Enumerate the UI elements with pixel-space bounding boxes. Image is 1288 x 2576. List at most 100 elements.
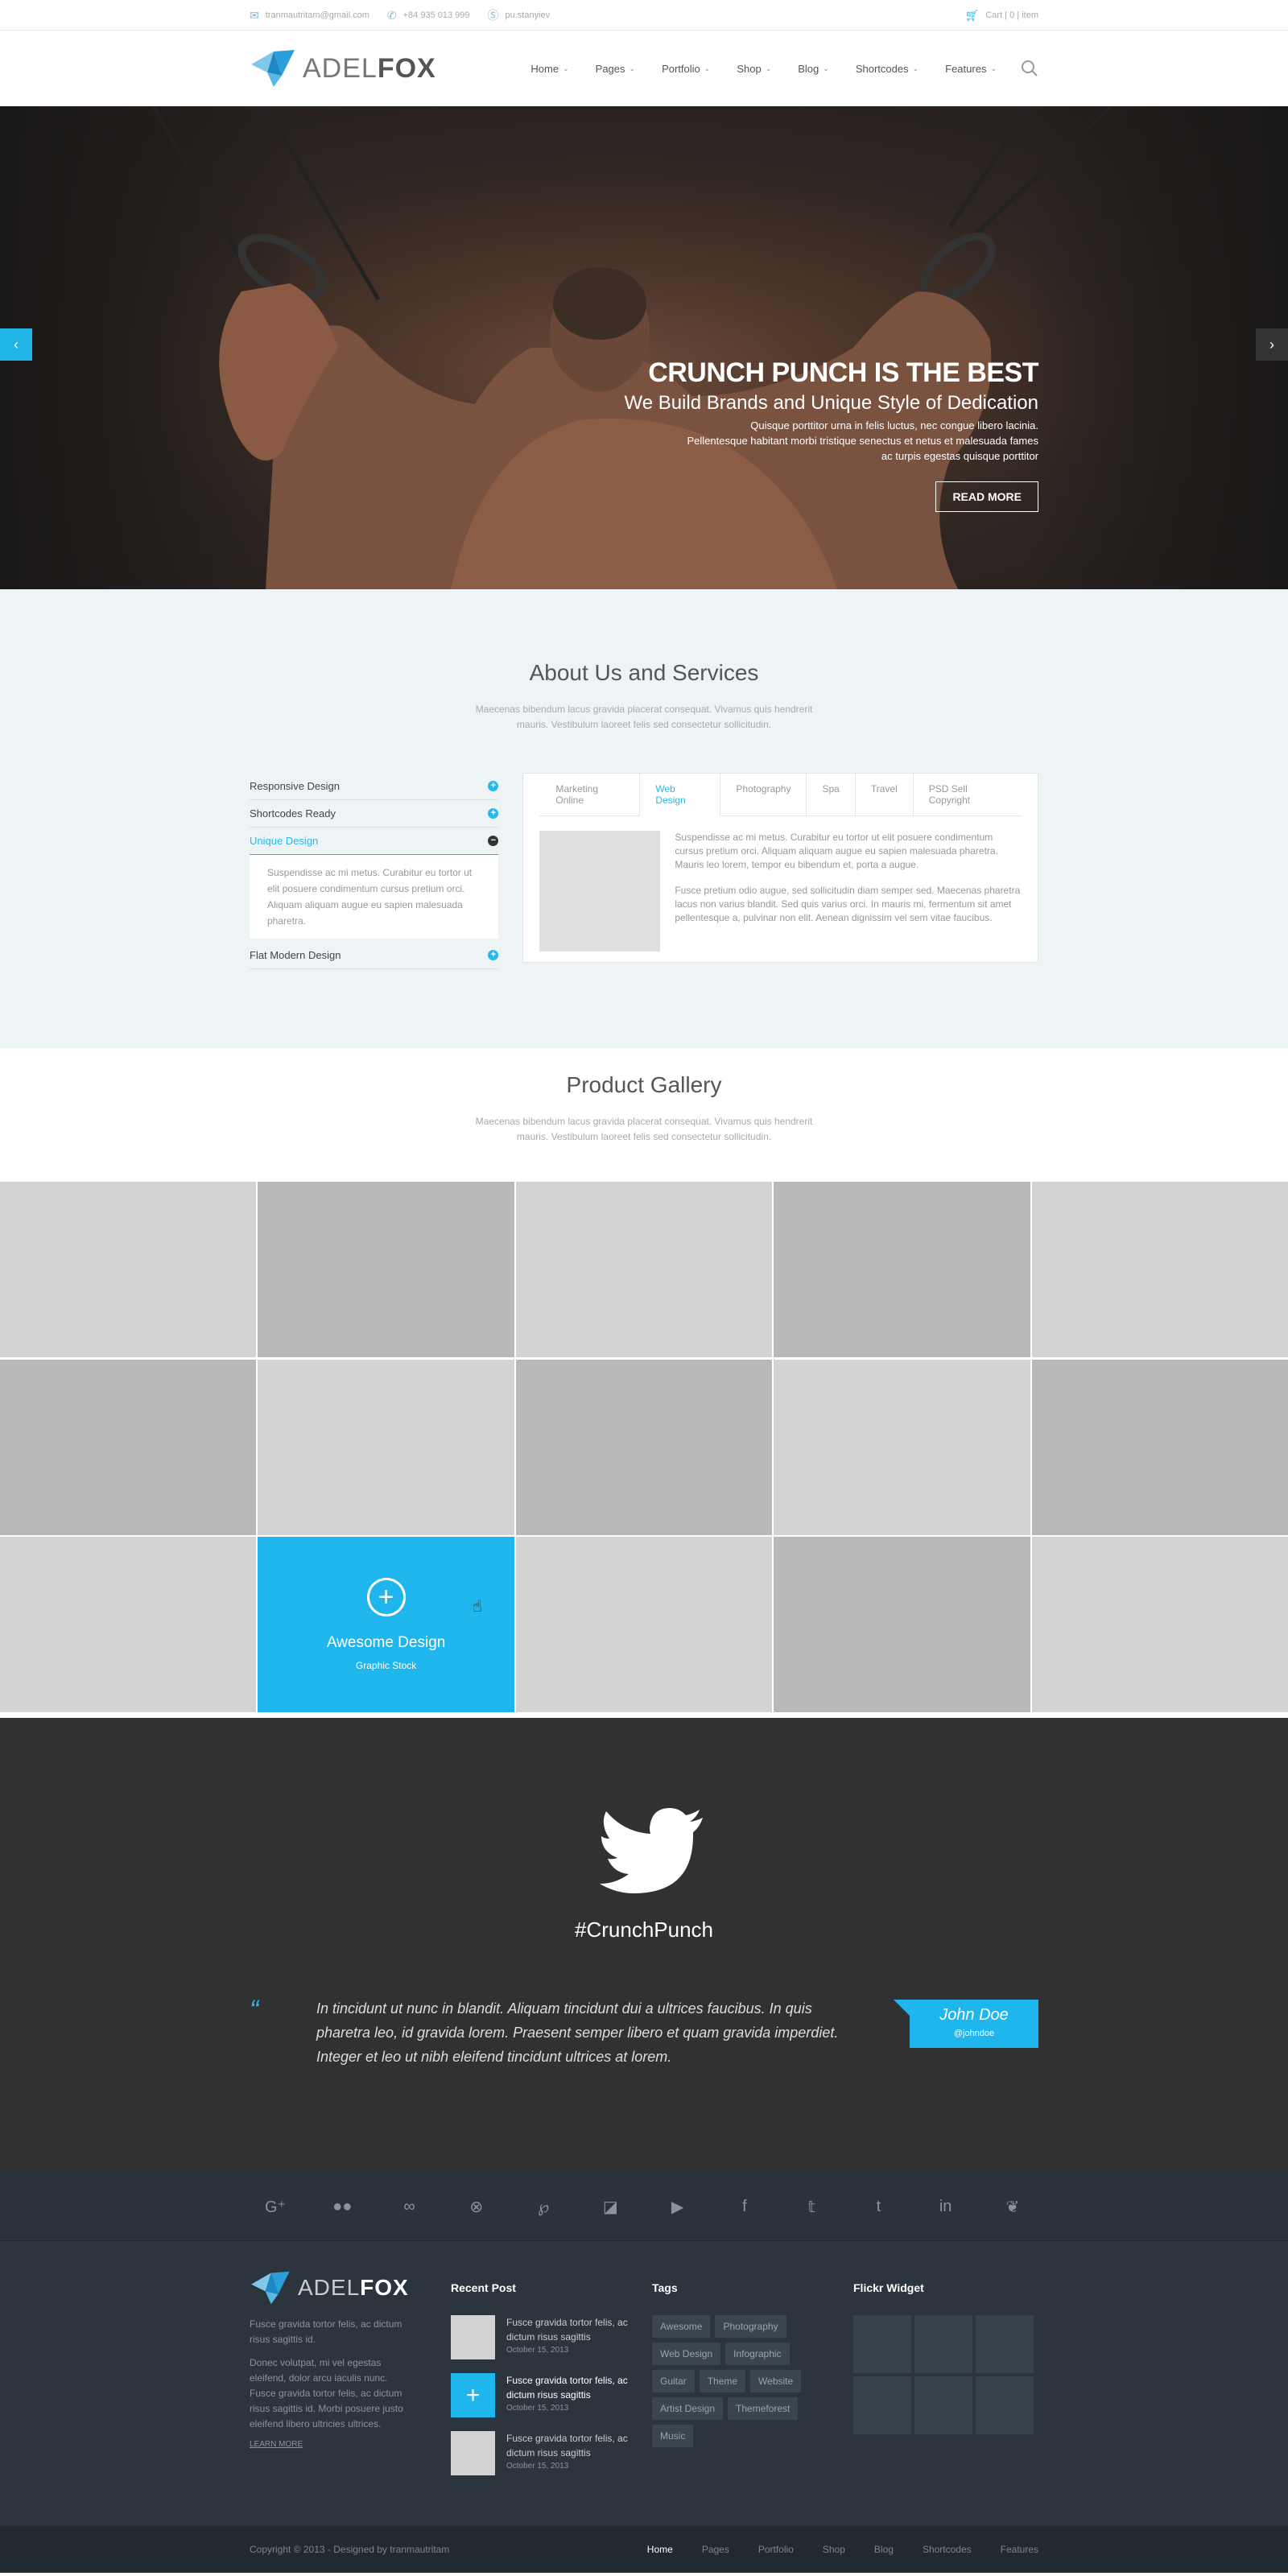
footer-nav-blog[interactable]: Blog	[874, 2544, 894, 2555]
tag-infographic[interactable]: Infographic	[725, 2343, 790, 2365]
mail-icon: ✉	[250, 8, 259, 22]
lastfm-icon[interactable]: ∞	[398, 2198, 421, 2216]
gallery-item[interactable]	[1031, 1537, 1288, 1713]
chevron-down-icon: ⌄	[563, 64, 569, 72]
post-title: Fusce gravida tortor felis, ac dictum ri…	[506, 2317, 628, 2343]
footer-nav-portfolio[interactable]: Portfolio	[758, 2544, 794, 2555]
accordion-item-unique[interactable]: Unique Design −	[250, 828, 499, 855]
phone-contact[interactable]: ✆ +84 935 013 999	[387, 9, 470, 23]
hero-caption: CRUNCH PUNCH IS THE BEST We Build Brands…	[620, 357, 1039, 512]
nav-shortcodes[interactable]: Shortcodes ⌄	[856, 63, 919, 75]
gallery-item[interactable]	[258, 1359, 514, 1535]
tab-photography[interactable]: Photography	[720, 774, 807, 815]
chevron-down-icon: ⌄	[823, 64, 829, 72]
gallery-item[interactable]	[774, 1537, 1030, 1713]
slider-prev-button[interactable]: ‹	[0, 328, 32, 361]
hero-subtitle: We Build Brands and Unique Style of Dedi…	[624, 392, 1038, 414]
nav-portfolio[interactable]: Portfolio ⌄	[662, 63, 710, 75]
gallery-item[interactable]	[258, 1182, 514, 1357]
flickr-thumbnail[interactable]	[914, 2376, 972, 2434]
learn-more-link[interactable]: LEARN MORE	[250, 2440, 451, 2449]
phone-icon: ✆	[386, 8, 397, 22]
footer-nav-home[interactable]: Home	[647, 2544, 673, 2555]
logo[interactable]: ADELFOX	[250, 48, 436, 89]
flickr-thumbnail[interactable]	[853, 2376, 911, 2434]
tag-artist-design[interactable]: Artist Design	[652, 2397, 724, 2420]
footer-nav-shortcodes[interactable]: Shortcodes	[923, 2544, 972, 2555]
dribbble-icon[interactable]: ⊗	[465, 2197, 488, 2217]
recent-post-item[interactable]: Fusce gravida tortor felis, ac dictum ri…	[451, 2431, 652, 2475]
header: ADELFOX Home ⌄ Pages ⌄ Portfolio ⌄ Shop ⌄ Bl…	[0, 31, 1288, 106]
footer-nav-shop[interactable]: Shop	[823, 2544, 845, 2555]
recent-post-item[interactable]: Fusce gravida tortor felis, ac dictum ri…	[451, 2315, 652, 2359]
nav-pages[interactable]: Pages ⌄	[596, 63, 635, 75]
delicious-icon[interactable]: ◪	[599, 2197, 621, 2217]
tab-spa[interactable]: Spa	[807, 774, 856, 815]
pinterest-icon[interactable]: ℘	[532, 2197, 555, 2217]
flickr-icon[interactable]: ●●	[331, 2198, 353, 2216]
footer-logo[interactable]: ADELFOX	[250, 2270, 451, 2306]
tweet-author-badge[interactable]: John Doe @johndoe	[894, 2000, 1038, 2048]
search-icon[interactable]	[1021, 60, 1038, 77]
tag-website[interactable]: Website	[750, 2370, 802, 2392]
nav-blog[interactable]: Blog ⌄	[798, 63, 829, 75]
chevron-down-icon: ⌄	[990, 64, 997, 72]
gallery-item[interactable]	[1031, 1359, 1288, 1535]
tumblr-icon[interactable]: t	[867, 2198, 890, 2216]
gallery-item[interactable]	[515, 1537, 773, 1713]
facebook-icon[interactable]: f	[733, 2198, 756, 2216]
tag-photography[interactable]: Photography	[715, 2315, 786, 2338]
gallery-item[interactable]	[774, 1359, 1030, 1535]
tab-web-design[interactable]: Web Design	[640, 774, 721, 816]
tag-guitar[interactable]: Guitar	[652, 2370, 695, 2392]
tab-marketing-online[interactable]: Marketing Online	[539, 774, 641, 815]
gallery-item[interactable]	[1031, 1182, 1288, 1357]
gallery-item[interactable]	[0, 1182, 257, 1357]
twitter-icon[interactable]: 𝕥	[800, 2197, 823, 2217]
youtube-icon[interactable]: ▶	[667, 2197, 689, 2217]
tweet-author-name: John Doe	[939, 2006, 1009, 2024]
gallery-item[interactable]	[0, 1359, 257, 1535]
flickr-thumbnail[interactable]	[914, 2315, 972, 2373]
slider-next-button[interactable]: ›	[1256, 328, 1288, 361]
flickr-thumbnail[interactable]	[976, 2315, 1034, 2373]
gallery-item[interactable]	[515, 1182, 773, 1357]
email-contact[interactable]: ✉ tranmautritam@gmail.com	[250, 9, 369, 23]
accordion-panel: Suspendisse ac mi metus. Curabitur eu to…	[250, 855, 499, 939]
linkedin-icon[interactable]: in	[935, 2198, 957, 2216]
gallery-item[interactable]	[774, 1182, 1030, 1357]
plus-circle-icon[interactable]: +	[366, 1578, 406, 1617]
vine-icon[interactable]: ❦	[1001, 2197, 1024, 2217]
nav-home[interactable]: Home ⌄	[530, 63, 568, 75]
cart-link[interactable]: 🛒︎ Cart | 0 | item	[965, 9, 1038, 23]
accordion-item-responsive[interactable]: Responsive Design +	[250, 773, 499, 800]
tab-travel[interactable]: Travel	[856, 774, 914, 815]
gallery-item[interactable]	[0, 1537, 257, 1713]
chevron-left-icon: ‹	[14, 336, 19, 353]
nav-shop[interactable]: Shop ⌄	[737, 63, 771, 75]
footer-about: ADELFOX Fusce gravida tortor felis, ac d…	[250, 2270, 451, 2489]
gallery-item[interactable]	[515, 1359, 773, 1535]
flickr-thumbnail[interactable]	[976, 2376, 1034, 2434]
tag-theme[interactable]: Theme	[699, 2370, 746, 2392]
flickr-thumbnail[interactable]	[853, 2315, 911, 2373]
hero-image	[151, 106, 1113, 589]
read-more-button[interactable]: READ MORE	[935, 481, 1038, 512]
skype-contact[interactable]: Ⓢ pu.stanyiev	[488, 7, 551, 23]
accordion-item-flat[interactable]: Flat Modern Design +	[250, 942, 499, 969]
tag-music[interactable]: Music	[652, 2425, 694, 2447]
footer-nav-features[interactable]: Features	[1001, 2544, 1038, 2555]
nav-features[interactable]: Features ⌄	[945, 63, 997, 75]
google-plus-icon[interactable]: G⁺	[264, 2197, 287, 2217]
accordion-item-shortcodes[interactable]: Shortcodes Ready +	[250, 800, 499, 828]
gallery-item-subtitle: Graphic Stock	[355, 1660, 417, 1672]
tag-awesome[interactable]: Awesome	[652, 2315, 711, 2338]
recent-post-item[interactable]: + Fusce gravida tortor felis, ac dictum …	[451, 2373, 652, 2417]
footer-nav-pages[interactable]: Pages	[702, 2544, 729, 2555]
tag-themeforest[interactable]: Themeforest	[728, 2397, 799, 2420]
minus-icon: −	[488, 836, 499, 846]
tab-psd-sell-copyright[interactable]: PSD Sell Copyright	[914, 774, 1022, 815]
gallery-item-hovered[interactable]: + Awesome Design Graphic Stock ☝︎	[258, 1537, 514, 1713]
twitter-hashtag[interactable]: #CrunchPunch	[0, 1918, 1288, 1942]
tag-web-design[interactable]: Web Design	[652, 2343, 721, 2365]
